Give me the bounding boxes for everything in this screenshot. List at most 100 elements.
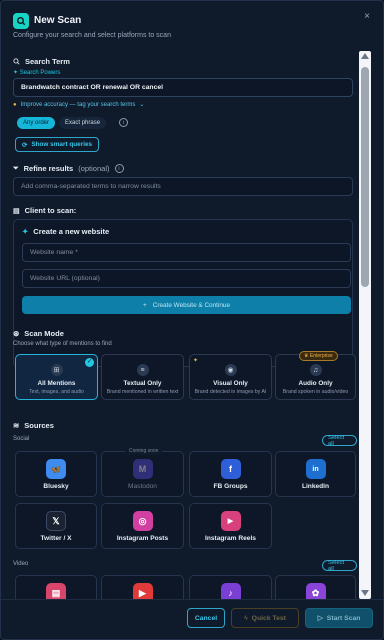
plus-icon: + [142,301,147,309]
sources-heading: ≋ Sources [13,421,54,430]
bluesky-icon: 🦋 [46,459,66,479]
search-term-label: Search Term [25,57,70,66]
dialog-scroll-area[interactable]: Search Term ✦ Search Powers Brandwatch c… [9,51,357,599]
client-label: Client to scan: [24,206,77,215]
scroll-down-icon[interactable] [361,590,369,596]
search-term-input[interactable]: Brandwatch contract OR renewal OR cancel [13,78,353,97]
search-term-value: Brandwatch contract OR renewal OR cancel [21,84,164,91]
coming-soon-badge: Coming soon [125,447,163,455]
create-website-heading: ✦ Create a new website [22,227,109,236]
scan-mode-description: Choose what type of mentions to find [13,341,112,347]
video-platform-icon: ✿ [305,583,326,599]
enterprise-badge-label: Enterprise [309,353,333,359]
search-powers-link[interactable]: ✦ Search Powers [13,69,60,76]
start-scan-label: Start Scan [326,614,361,622]
website-name-placeholder: Website name * [30,249,78,256]
mode-visual-only[interactable]: ✦ ◉ Visual Only Brand detected in images… [189,354,272,400]
website-url-input[interactable]: Website URL (optional) [22,269,351,288]
video-source-2[interactable]: ▶ [101,575,184,599]
scrollbar-thumb[interactable] [361,67,369,287]
mode-description: Brand detected in images by AI [194,389,267,395]
sparkle-icon: ✦ [193,358,199,364]
search-term-heading: Search Term [13,57,70,66]
website-url-placeholder: Website URL (optional) [30,275,100,282]
sources-label: Sources [24,421,54,430]
close-icon[interactable]: × [361,11,373,23]
layers-icon: ≋ [13,421,20,430]
start-scan-button[interactable]: ▷ Start Scan [305,608,373,628]
source-twitter-x[interactable]: 𝕏 Twitter / X [15,503,97,549]
lightbulb-icon: ● [13,101,17,108]
mode-textual-only[interactable]: ≡ Textual Only Brand mentioned in writte… [101,354,184,400]
scrollbar[interactable] [359,51,371,599]
mastodon-icon: M [132,459,153,479]
refine-optional-label: (optional) [78,164,110,173]
linkedin-icon: in [305,459,326,479]
instagram-icon: ◎ [132,511,153,531]
video-group-label: Video [13,561,29,567]
dialog-footer: Cancel ϟ Quick Test ▷ Start Scan [1,599,383,639]
source-bluesky[interactable]: 🦋 Bluesky [15,451,97,497]
refine-heading: ⏷ Refine results (optional) i [13,164,124,173]
video-platform-icon: ♪ [220,583,241,599]
mode-title: Visual Only [213,380,248,387]
select-all-video-button[interactable]: Select all [322,560,357,572]
video-source-4[interactable]: ✿ [275,575,356,599]
quick-test-label: Quick Test [251,614,286,622]
filter-icon: ⏷ [13,164,19,172]
facebook-groups-icon: f [220,459,241,479]
create-website-button[interactable]: + Create Website & Continue [22,296,351,314]
cancel-button[interactable]: Cancel [187,608,225,628]
video-source-3[interactable]: ♪ [189,575,272,599]
refresh-icon: ⟳ [22,141,28,149]
info-icon[interactable]: i [119,118,128,127]
new-scan-dialog: New Scan Configure your search and selec… [0,0,384,640]
sparkle-icon: ✦ [13,70,19,76]
lightning-icon: ϟ [244,614,248,622]
create-website-button-label: Create Website & Continue [152,301,231,309]
search-powers-label: Search Powers [19,70,61,76]
building-icon: ▤ [13,207,20,215]
source-fb-groups[interactable]: f FB Groups [189,451,272,497]
create-website-title: Create a new website [33,227,110,236]
app-logo-icon [13,13,29,29]
refine-input[interactable]: Add comma-separated terms to narrow resu… [13,177,353,196]
scroll-up-icon[interactable] [361,53,369,59]
dialog-title: New Scan [34,15,82,26]
improve-accuracy-link[interactable]: ● Improve accuracy — tag your search ter… [13,101,145,109]
order-toggle: Any order Exact phrase [17,117,107,129]
sparkle-icon: ✦ [22,227,29,236]
reels-icon: ▶ [220,511,241,531]
quick-test-button[interactable]: ϟ Quick Test [231,608,299,628]
dialog-subtitle: Configure your search and select platfor… [13,32,171,39]
source-label: Bluesky [43,483,69,490]
chevron-down-icon: ⌄ [139,102,145,108]
mode-title: Textual Only [123,380,162,387]
source-linkedin[interactable]: in LinkedIn [275,451,356,497]
show-smart-queries-label: Show smart queries [31,141,93,148]
source-label: Mastodon [128,483,157,490]
select-all-social-button[interactable]: Select all [322,435,357,447]
text-icon: ≡ [136,364,149,376]
refine-label: Refine results [23,164,74,173]
mode-title: Audio Only [298,380,333,387]
any-order-option[interactable]: Any order [17,117,56,129]
source-instagram-posts[interactable]: ◎ Instagram Posts [101,503,184,549]
scan-mode-label: Scan Mode [24,329,64,338]
video-source-1[interactable]: ▤ [15,575,97,599]
mode-description: Brand mentioned in written text [106,389,179,395]
scan-mode-heading: ⊛ Scan Mode [13,329,64,338]
checkmark-icon: ✓ [85,358,94,367]
source-instagram-reels[interactable]: ▶ Instagram Reels [189,503,272,549]
crown-icon: ♛ [304,353,309,359]
source-label: FB Groups [213,483,248,490]
exact-phrase-option[interactable]: Exact phrase [59,117,107,129]
website-name-input[interactable]: Website name * [22,243,351,262]
enterprise-badge: ♛ Enterprise [299,351,338,361]
show-smart-queries-button[interactable]: ⟳ Show smart queries [15,137,100,152]
video-platform-icon: ▤ [46,583,66,599]
source-label: Instagram Posts [116,535,169,542]
source-label: LinkedIn [301,483,330,490]
mode-all-mentions[interactable]: ✓ ⊞ All Mentions Text, images, and audio [15,354,98,400]
info-icon[interactable]: i [114,164,124,173]
